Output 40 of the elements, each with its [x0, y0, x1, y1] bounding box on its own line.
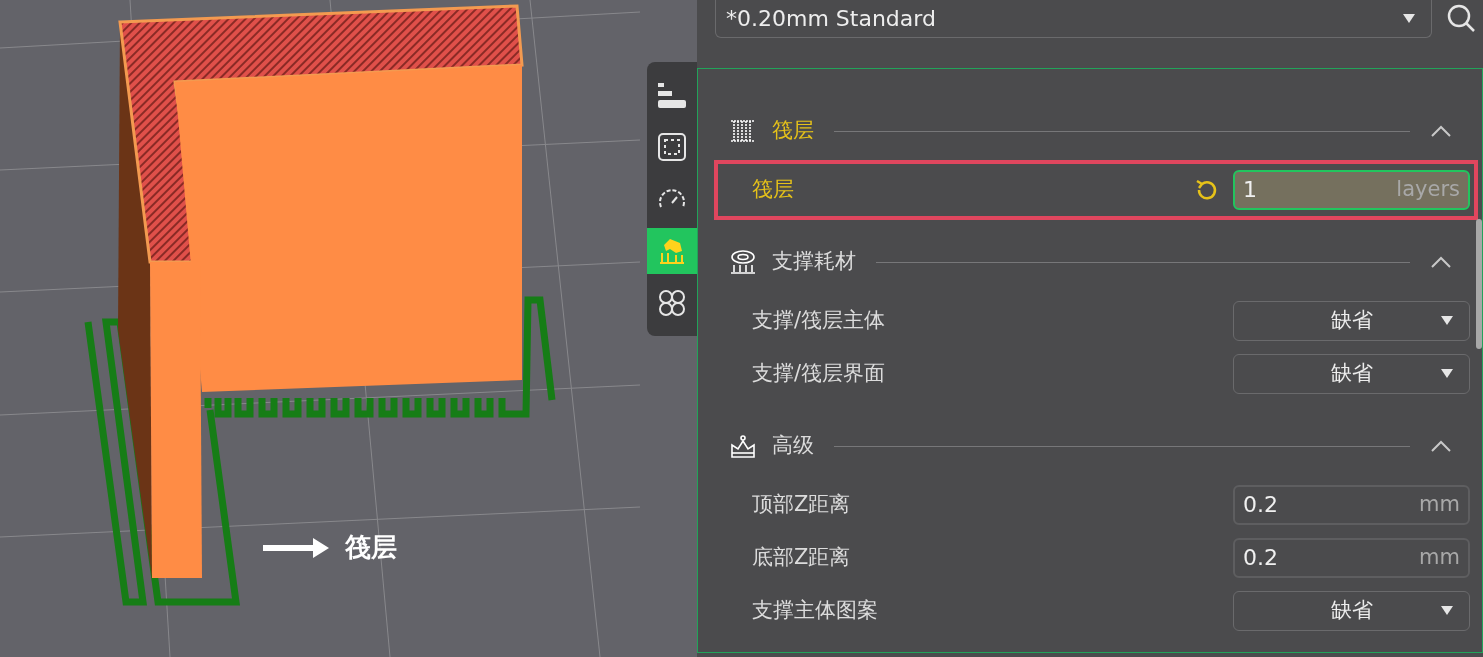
- select-dropdown[interactable]: 缺省: [1233, 353, 1470, 394]
- preset-value: *0.20mm Standard: [726, 5, 936, 33]
- field-value: 0.2: [1243, 544, 1278, 572]
- scrollbar[interactable]: [1476, 219, 1482, 349]
- section-title: 筏层: [772, 117, 814, 145]
- section-title: 支撑耗材: [772, 248, 856, 276]
- field-value: 1: [1243, 176, 1257, 204]
- annotation-label: 筏层: [345, 531, 397, 564]
- select-dropdown[interactable]: 缺省: [1233, 590, 1470, 631]
- unit-label: mm: [1419, 490, 1460, 518]
- number-field[interactable]: 0.2 mm: [1233, 484, 1470, 525]
- field-value: 0.2: [1243, 491, 1278, 519]
- number-field[interactable]: 0.2 mm: [1233, 537, 1470, 578]
- setting-label: 底部Z距离: [752, 543, 851, 571]
- spool-icon: [728, 247, 758, 277]
- search-icon[interactable]: [1446, 3, 1476, 33]
- dropdown-caret-icon: [1441, 606, 1453, 615]
- setting-label: 支撑/筏层主体: [752, 306, 886, 334]
- arrow-icon: [263, 537, 329, 558]
- unit-label: layers: [1396, 175, 1460, 203]
- select-value: 缺省: [1330, 596, 1373, 624]
- setting-label: 顶部Z距离: [752, 490, 851, 518]
- four-petal-icon: [656, 287, 688, 319]
- unit-label: mm: [1419, 543, 1460, 571]
- setting-label: 支撑主体图案: [752, 596, 878, 624]
- select-value: 缺省: [1330, 306, 1373, 334]
- dotted-square-icon: [656, 131, 688, 163]
- preset-dropdown[interactable]: *0.20mm Standard: [715, 0, 1432, 38]
- chevron-up-icon[interactable]: [1430, 255, 1452, 269]
- dropdown-caret-icon: [1403, 14, 1415, 23]
- dropdown-caret-icon: [1441, 316, 1453, 325]
- chevron-up-icon[interactable]: [1430, 439, 1452, 453]
- select-dropdown[interactable]: 缺省: [1233, 300, 1470, 341]
- dropdown-caret-icon: [1441, 369, 1453, 378]
- section-title: 高级: [772, 432, 814, 460]
- chevron-up-icon[interactable]: [1430, 124, 1452, 138]
- setting-label: 筏层: [752, 175, 794, 203]
- select-value: 缺省: [1330, 359, 1373, 387]
- number-field[interactable]: 1 layers: [1233, 169, 1470, 210]
- setting-label: 支撑/筏层界面: [752, 359, 886, 387]
